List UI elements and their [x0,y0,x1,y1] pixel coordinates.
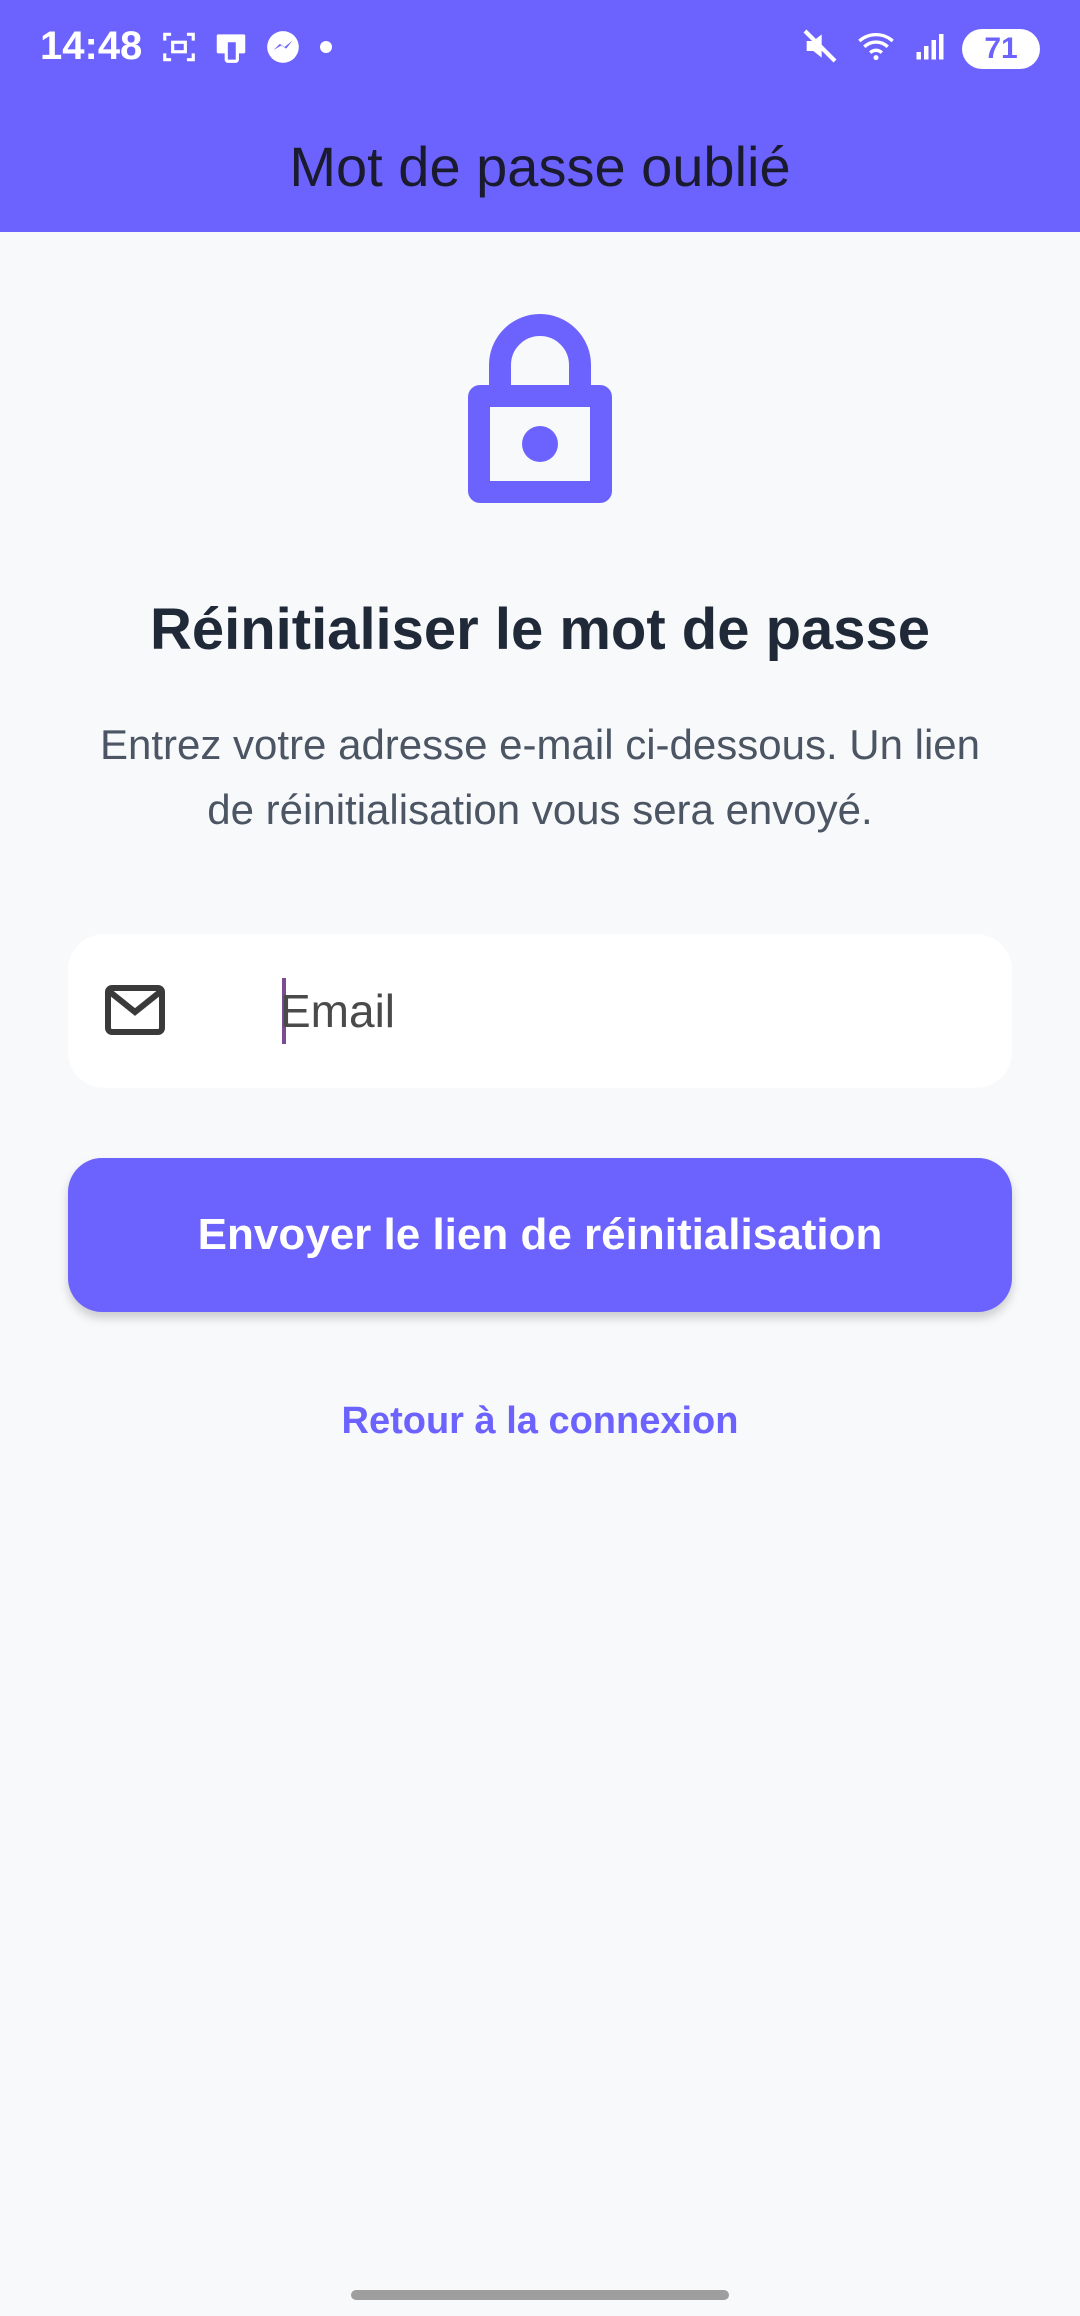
page-title: Mot de passe oublié [289,134,791,198]
lock-icon [460,305,620,510]
reset-instructions: Entrez votre adresse e-mail ci-dessous. … [99,721,981,833]
dot-icon [316,37,336,62]
reset-title: Réinitialiser le mot de passe [149,597,931,662]
mute-icon [800,26,840,71]
signal-icon [912,26,948,71]
status-bar: 14:48 71 [0,0,1080,100]
app-bar: Mot de passe oublié [0,100,1080,232]
messenger-icon [264,28,302,71]
mail-icon [104,984,166,1041]
battery-indicator: 71 [962,28,1040,69]
device-icon [212,28,250,71]
send-reset-link-button[interactable]: Envoyer le lien de réinitialisation [68,1158,1012,1312]
email-field[interactable] [68,934,1012,1088]
status-time: 14:48 [40,24,143,68]
home-indicator[interactable] [351,2290,729,2300]
status-system-icons: 71 [800,26,1040,71]
email-input[interactable] [280,972,980,1050]
screenshot-icon [160,28,198,71]
status-notification-icons [160,28,336,71]
wifi-icon [854,26,898,71]
back-to-login-link[interactable]: Retour à la connexion [0,1400,1080,1443]
